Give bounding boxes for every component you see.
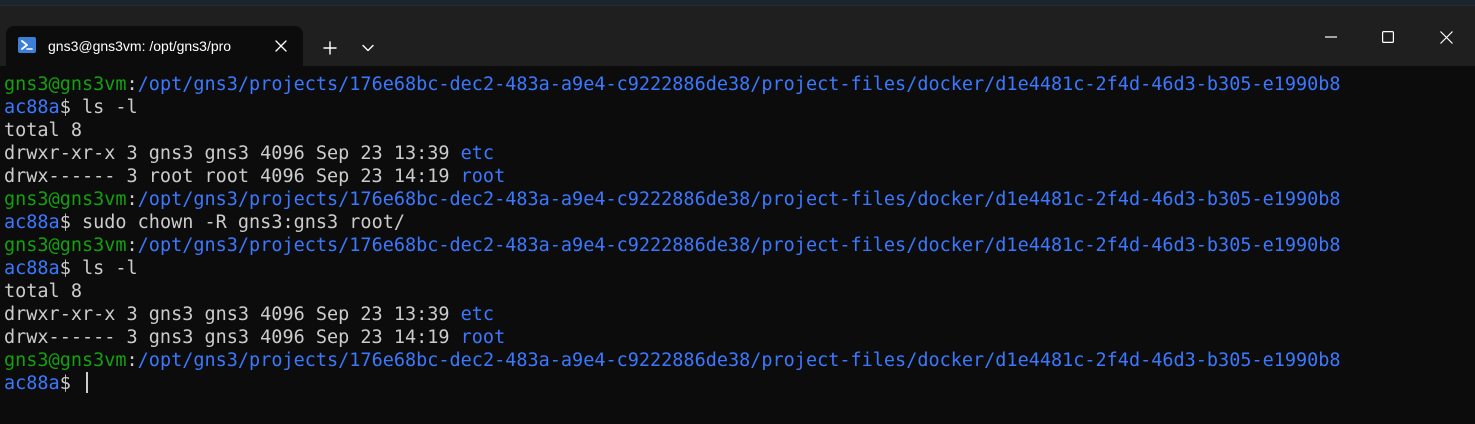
terminal-text-segment: : xyxy=(126,235,138,256)
minimize-icon xyxy=(1325,36,1337,38)
tab-terminal[interactable]: gns3@gns3vm: /opt/gns3/pro xyxy=(6,26,303,67)
terminal-text-segment: ac88a xyxy=(4,258,60,279)
tab-close-button[interactable] xyxy=(270,35,292,57)
terminal-output[interactable]: gns3@gns3vm:/opt/gns3/projects/176e68bc-… xyxy=(4,73,1464,418)
terminal-text-segment: ac88a xyxy=(4,373,60,394)
terminal-text-segment: ac88a xyxy=(4,212,60,233)
terminal-text-segment: /opt/gns3/projects/176e68bc-dec2-483a-a9… xyxy=(137,74,1341,95)
terminal-text-segment: gns3@gns3vm xyxy=(4,189,127,210)
tab-title: gns3@gns3vm: /opt/gns3/pro xyxy=(48,38,232,54)
terminal-text-segment: /opt/gns3/projects/176e68bc-dec2-483a-a9… xyxy=(137,235,1341,256)
profile-dropdown-button[interactable] xyxy=(355,34,381,62)
close-icon xyxy=(1439,30,1453,44)
terminal-text-segment: drwxr-xr-x 3 gns3 gns3 4096 Sep 23 13:39 xyxy=(4,304,461,325)
terminal-line: drwx------ 3 root root 4096 Sep 23 14:19… xyxy=(4,165,1464,188)
terminal-text-segment: root xyxy=(460,166,506,187)
terminal-line: ac88a$ ls -l xyxy=(4,257,1464,280)
terminal-text-segment: etc xyxy=(460,143,495,164)
terminal-line: drwx------ 3 gns3 gns3 4096 Sep 23 14:19… xyxy=(4,326,1464,349)
terminal-text-segment: $ sudo chown -R gns3:gns3 root/ xyxy=(59,212,405,233)
maximize-icon xyxy=(1382,31,1394,43)
terminal-line: total 8 xyxy=(4,119,1464,142)
terminal-text-segment: /opt/gns3/projects/176e68bc-dec2-483a-a9… xyxy=(137,189,1341,210)
terminal-line: gns3@gns3vm:/opt/gns3/projects/176e68bc-… xyxy=(4,349,1464,372)
terminal-window: gns3@gns3vm: /opt/gns3/pro gns3@gns3vm:/… xyxy=(0,0,1475,424)
terminal-line: gns3@gns3vm:/opt/gns3/projects/176e68bc-… xyxy=(4,73,1464,96)
terminal-text-segment: drwx------ 3 root root 4096 Sep 23 14:19 xyxy=(4,166,461,187)
chevron-down-icon xyxy=(362,44,374,52)
terminal-text-segment: : xyxy=(126,74,138,95)
new-tab-button[interactable] xyxy=(316,34,344,62)
terminal-text-segment: $ xyxy=(59,373,82,394)
terminal-line: gns3@gns3vm:/opt/gns3/projects/176e68bc-… xyxy=(4,234,1464,257)
terminal-text-segment: ac88a xyxy=(4,97,60,118)
terminal-text-segment: /opt/gns3/projects/176e68bc-dec2-483a-a9… xyxy=(137,350,1341,371)
terminal-text-segment: etc xyxy=(460,304,495,325)
close-icon xyxy=(275,40,287,52)
plus-icon xyxy=(323,41,337,55)
terminal-text-segment: root xyxy=(460,327,506,348)
maximize-button[interactable] xyxy=(1365,20,1411,54)
terminal-line: gns3@gns3vm:/opt/gns3/projects/176e68bc-… xyxy=(4,188,1464,211)
terminal-text-segment: gns3@gns3vm xyxy=(4,74,127,95)
terminal-line: ac88a$ ls -l xyxy=(4,96,1464,119)
terminal-line: drwxr-xr-x 3 gns3 gns3 4096 Sep 23 13:39… xyxy=(4,142,1464,165)
terminal-text-segment: gns3@gns3vm xyxy=(4,235,127,256)
terminal-line: ac88a$ xyxy=(4,372,1464,395)
terminal-text-segment: : xyxy=(126,189,138,210)
minimize-button[interactable] xyxy=(1308,20,1354,54)
powershell-terminal-icon xyxy=(18,37,36,53)
terminal-text-segment: : xyxy=(126,350,138,371)
terminal-line: total 8 xyxy=(4,280,1464,303)
terminal-text-segment: drwx------ 3 gns3 gns3 4096 Sep 23 14:19 xyxy=(4,327,461,348)
window-close-button[interactable] xyxy=(1423,20,1469,54)
title-bar[interactable]: gns3@gns3vm: /opt/gns3/pro xyxy=(0,5,1475,67)
text-cursor xyxy=(85,372,88,393)
terminal-text-segment: gns3@gns3vm xyxy=(4,350,127,371)
terminal-line: drwxr-xr-x 3 gns3 gns3 4096 Sep 23 13:39… xyxy=(4,303,1464,326)
terminal-text-segment: total 8 xyxy=(4,281,82,302)
terminal-text-segment: total 8 xyxy=(4,120,82,141)
terminal-text-segment: $ ls -l xyxy=(59,97,138,118)
terminal-line: ac88a$ sudo chown -R gns3:gns3 root/ xyxy=(4,211,1464,234)
terminal-text-segment: $ ls -l xyxy=(59,258,138,279)
terminal-text-segment: drwxr-xr-x 3 gns3 gns3 4096 Sep 23 13:39 xyxy=(4,143,461,164)
